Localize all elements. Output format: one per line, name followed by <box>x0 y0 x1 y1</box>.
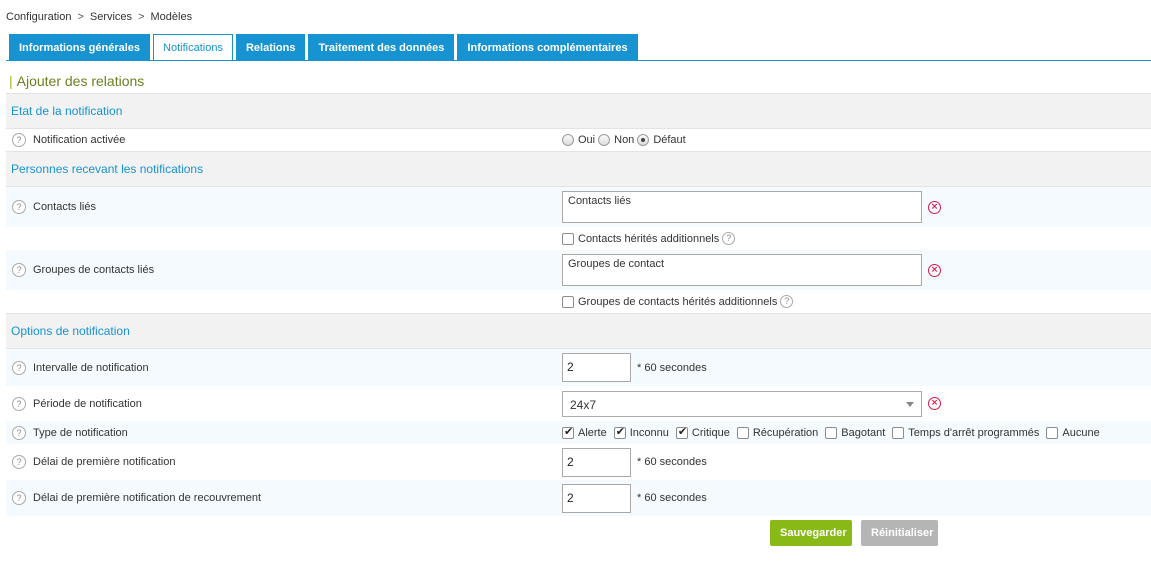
help-icon[interactable]: ? <box>780 295 794 308</box>
breadcrumb-item-modeles[interactable]: Modèles <box>151 11 193 23</box>
help-icon[interactable]: ? <box>12 360 26 375</box>
breadcrumb-separator: > <box>138 11 145 23</box>
clear-groupes-icon[interactable]: × <box>928 263 941 277</box>
groupes-herites-label[interactable]: Groupes de contacts hérités additionnels <box>578 296 777 308</box>
type-bagotant-checkbox[interactable] <box>825 426 838 439</box>
label-periode: Période de notification <box>33 397 142 410</box>
type-critique-checkbox[interactable] <box>675 425 688 439</box>
row-notification-activee: ? Notification activée Oui Non Défaut <box>6 129 1151 151</box>
page-title-text: Ajouter des relations <box>16 73 145 89</box>
section-header-options: Options de notification <box>6 313 1151 349</box>
help-icon[interactable]: ? <box>12 133 26 147</box>
type-recuperation-checkbox[interactable] <box>736 426 749 439</box>
tab-notifications[interactable]: Notifications <box>153 34 233 61</box>
contacts-herites-checkbox[interactable] <box>562 232 574 245</box>
tab-bar: Informations générales Notifications Rel… <box>9 34 638 61</box>
help-icon[interactable]: ? <box>722 232 736 245</box>
row-type: ? Type de notification Alerte Inconnu Cr… <box>6 421 1151 444</box>
row-periode: ? Période de notification 24x7 × <box>6 386 1151 421</box>
tab-relations[interactable]: Relations <box>235 34 306 61</box>
label-delai-recouvrement: Délai de première notification de recouv… <box>33 492 262 504</box>
delai-recouvrement-input[interactable]: 2 <box>562 483 631 513</box>
help-icon[interactable]: ? <box>12 491 26 505</box>
intervalle-input[interactable]: 2 <box>562 353 631 382</box>
row-contacts-lies: ? Contacts liés Contacts liés × <box>6 187 1151 227</box>
section-header-personnes: Personnes recevant les notifications <box>6 151 1151 187</box>
contacts-lies-input[interactable]: Contacts liés <box>562 191 922 223</box>
breadcrumb: Configuration > Services > Modèles <box>6 11 192 23</box>
label-groupes-contacts: Groupes de contacts liés <box>33 264 155 276</box>
intervalle-unit: * 60 secondes <box>637 361 707 374</box>
label-notification-activee: Notification activée <box>33 134 126 146</box>
radio-oui-label[interactable]: Oui <box>578 134 595 146</box>
label-delai-premiere: Délai de première notification <box>33 456 176 468</box>
help-icon[interactable]: ? <box>12 263 26 277</box>
radio-defaut-label[interactable]: Défaut <box>653 134 685 146</box>
radio-oui[interactable] <box>562 134 574 146</box>
row-delai-premiere: ? Délai de première notification 2 * 60 … <box>6 444 1151 480</box>
clear-contacts-icon[interactable]: × <box>928 200 941 214</box>
breadcrumb-item-services[interactable]: Services <box>90 11 132 23</box>
row-contacts-herites: Contacts hérités additionnels ? <box>6 227 1151 250</box>
delai-premiere-input[interactable]: 2 <box>562 447 631 477</box>
contacts-herites-label[interactable]: Contacts hérités additionnels <box>578 233 719 245</box>
type-aucune-label[interactable]: Aucune <box>1062 427 1099 439</box>
periode-value: 24x7 <box>570 397 597 412</box>
type-critique-label[interactable]: Critique <box>692 427 730 439</box>
label-type: Type de notification <box>33 426 128 439</box>
breadcrumb-item-configuration[interactable]: Configuration <box>6 11 71 23</box>
radio-non-label[interactable]: Non <box>614 134 634 146</box>
label-contacts-lies: Contacts liés <box>33 201 96 213</box>
tab-informations-generales[interactable]: Informations générales <box>9 34 151 61</box>
page-title: | Ajouter des relations <box>9 73 145 89</box>
tab-informations-complementaires[interactable]: Informations complémentaires <box>457 34 638 61</box>
type-alerte-checkbox[interactable] <box>562 425 574 439</box>
tab-underline <box>6 60 1151 61</box>
form-actions: Sauvegarder Réinitialiser <box>770 520 938 546</box>
breadcrumb-separator: > <box>77 11 84 23</box>
type-recuperation-label[interactable]: Récupération <box>753 427 818 439</box>
delai-recouvrement-unit: * 60 secondes <box>637 492 707 504</box>
type-alerte-label[interactable]: Alerte <box>578 427 607 439</box>
notification-form: Etat de la notification ? Notification a… <box>6 93 1151 516</box>
row-groupes-herites: Groupes de contacts hérités additionnels… <box>6 290 1151 313</box>
clear-periode-icon[interactable]: × <box>928 397 941 410</box>
row-delai-recouvrement: ? Délai de première notification de reco… <box>6 480 1151 516</box>
type-inconnu-label[interactable]: Inconnu <box>630 427 669 439</box>
chevron-down-icon <box>906 401 914 407</box>
section-header-etat: Etat de la notification <box>6 93 1151 129</box>
reset-button[interactable]: Réinitialiser <box>861 520 938 546</box>
periode-select[interactable]: 24x7 <box>562 390 922 417</box>
type-temps-arret-label[interactable]: Temps d'arrêt programmés <box>908 427 1039 439</box>
type-temps-arret-checkbox[interactable] <box>892 426 905 439</box>
radio-non[interactable] <box>598 134 611 146</box>
help-icon[interactable]: ? <box>12 455 26 469</box>
type-inconnu-checkbox[interactable] <box>613 425 626 439</box>
tab-traitement-des-donnees[interactable]: Traitement des données <box>308 34 455 61</box>
label-intervalle: Intervalle de notification <box>33 361 149 374</box>
groupes-contacts-input[interactable]: Groupes de contact <box>562 254 922 286</box>
groupes-herites-checkbox[interactable] <box>562 295 574 308</box>
help-icon[interactable]: ? <box>12 396 26 411</box>
type-bagotant-label[interactable]: Bagotant <box>841 427 885 439</box>
type-aucune-checkbox[interactable] <box>1046 426 1059 439</box>
help-icon[interactable]: ? <box>12 425 26 440</box>
help-icon[interactable]: ? <box>12 200 26 214</box>
delai-premiere-unit: * 60 secondes <box>637 456 707 468</box>
radio-defaut[interactable] <box>637 134 650 146</box>
row-intervalle: ? Intervalle de notification 2 * 60 seco… <box>6 349 1151 386</box>
radio-group-notification-activee: Oui Non Défaut <box>562 134 689 146</box>
row-groupes-contacts: ? Groupes de contacts liés Groupes de co… <box>6 250 1151 290</box>
save-button[interactable]: Sauvegarder <box>770 520 852 546</box>
